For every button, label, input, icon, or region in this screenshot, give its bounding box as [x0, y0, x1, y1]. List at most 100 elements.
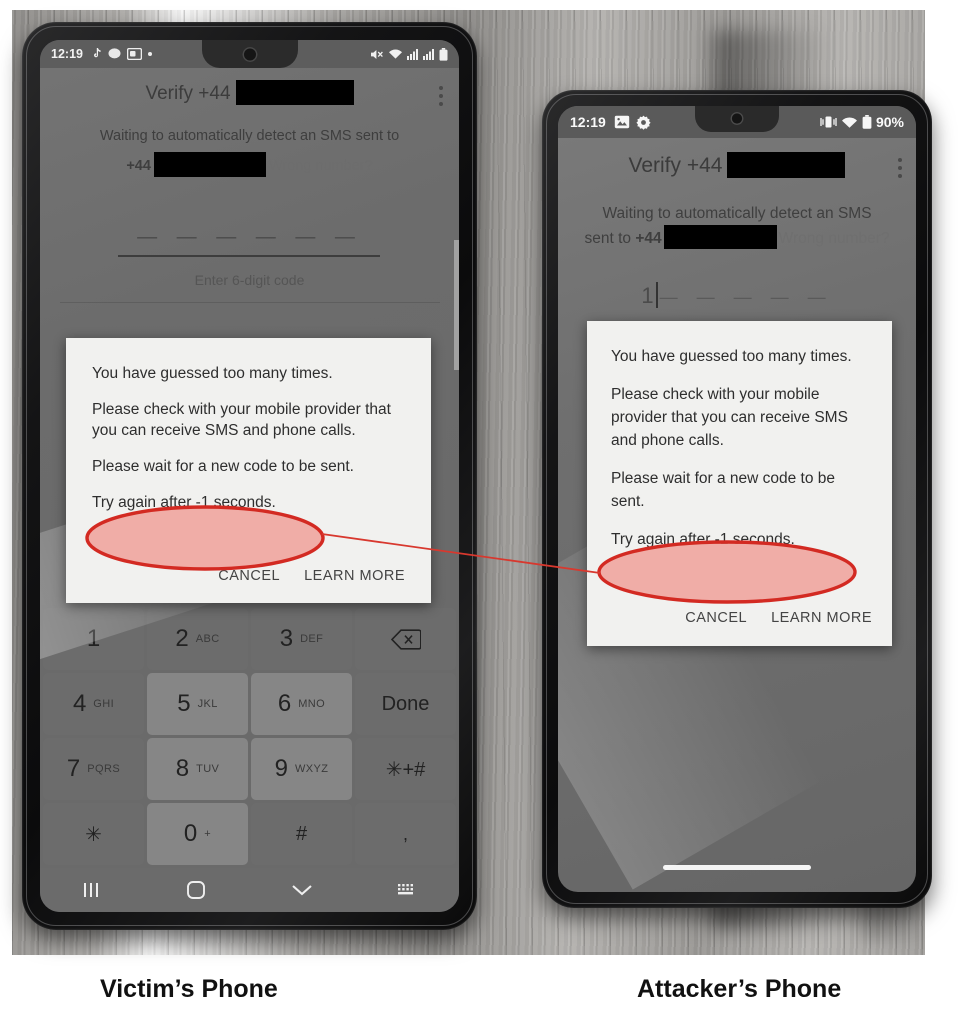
attacker-app-bar: Verify +44 [558, 138, 916, 194]
status-left-icons [614, 115, 651, 130]
figure-root: 12:19 Verify +44 Waiting to automaticall… [0, 0, 960, 1020]
key-7[interactable]: 7 PQRS [43, 738, 144, 800]
victim-waiting-text: Waiting to automatically detect an SMS s… [99, 128, 400, 144]
key-done[interactable]: Done [355, 673, 456, 735]
scrollbar[interactable] [454, 240, 459, 370]
victim-wrong-number-link[interactable]: Wrong number? [269, 158, 373, 174]
redaction-bar [235, 80, 354, 105]
dialog-line-1: You have guessed too many times. [92, 365, 333, 382]
key-digit: # [295, 822, 308, 845]
key-digit: 5 [177, 690, 191, 717]
attacker-waiting-text-line1: Waiting to automatically detect an SMS [602, 205, 872, 222]
key-0[interactable]: 0 + [147, 803, 248, 865]
key-letters: WXYZ [294, 763, 329, 775]
battery-icon [439, 47, 448, 61]
key-letters: JKL [197, 698, 218, 710]
attacker-waiting-block: Waiting to automatically detect an SMS s… [582, 202, 892, 250]
camera-notch [695, 106, 779, 132]
key-3[interactable]: 3 DEF [251, 608, 352, 670]
gear-icon [636, 115, 651, 130]
status-right-icons: 90% [820, 114, 904, 130]
victim-code-dashes[interactable]: — — — — — — [40, 226, 459, 249]
dialog-retry-line: Try again after -1 seconds. [92, 494, 276, 511]
keyboard-switch-icon[interactable] [397, 883, 417, 897]
victim-numeric-keypad[interactable]: 1 2 ABC 3 DEF 4 GHI 5 JKL 6 MNO Done 7 P… [40, 605, 459, 868]
attacker-code-field[interactable]: 1— — — — — [558, 282, 916, 309]
victim-dialog-actions: CANCEL LEARN MORE [218, 566, 405, 587]
key-letters: PQRS [87, 763, 121, 775]
key-9[interactable]: 9 WXYZ [251, 738, 352, 800]
victim-number-row: +44 Wrong number? [40, 152, 459, 177]
redaction-bar [663, 225, 777, 249]
victim-learn-more-button[interactable]: LEARN MORE [304, 566, 405, 587]
redaction-bar [153, 152, 266, 177]
battery-percent-label: 90% [875, 114, 904, 130]
victim-code-hint: Enter 6-digit code [194, 272, 305, 288]
tiktok-icon [93, 48, 101, 58]
victim-nav-bar[interactable] [40, 868, 459, 912]
attacker-learn-more-button[interactable]: LEARN MORE [771, 607, 872, 630]
caption-victim-phone: Victim’s Phone [100, 975, 278, 1003]
camera-notch [201, 40, 298, 68]
key-digit: 2 [175, 625, 189, 652]
text-caret [655, 282, 658, 308]
key-8[interactable]: 8 TUV [147, 738, 248, 800]
key-digit: 8 [175, 755, 190, 782]
key-letters: MNO [298, 698, 326, 710]
key-5[interactable]: 5 JKL [147, 673, 248, 735]
wifi-icon [841, 116, 857, 128]
attacker-dialog-actions: CANCEL LEARN MORE [685, 607, 872, 630]
victim-overflow-menu-icon[interactable] [439, 86, 443, 106]
key-hash[interactable]: # [251, 803, 352, 865]
front-camera-icon [242, 47, 257, 62]
dialog-line-3: Please wait for a new code to be sent. [92, 458, 354, 475]
verify-title-text: Verify +44 [145, 83, 231, 104]
attacker-overflow-menu-icon[interactable] [898, 158, 902, 178]
key-letters: + [204, 828, 212, 840]
keyboard-hide-icon[interactable] [291, 883, 313, 897]
wifi-icon [389, 49, 402, 59]
vibrate-icon [820, 116, 837, 128]
chat-bubble-icon [108, 48, 121, 59]
key-2[interactable]: 2 ABC [147, 608, 248, 670]
attacker-cancel-button[interactable]: CANCEL [685, 607, 747, 630]
signal-bars-icon [407, 49, 418, 60]
victim-page-title: Verify +44 [40, 80, 459, 105]
key-letters: TUV [196, 763, 220, 775]
key-6[interactable]: 6 MNO [251, 673, 352, 735]
photo-icon [614, 115, 630, 129]
key-star-plus-hash[interactable]: ✳+# [355, 738, 456, 800]
key-digit: 6 [277, 690, 292, 717]
sim-card-icon [126, 48, 142, 60]
key-4[interactable]: 4 GHI [43, 673, 144, 735]
mute-icon [371, 49, 383, 59]
victim-cancel-button[interactable]: CANCEL [218, 566, 280, 587]
signal-bars-icon [423, 49, 434, 60]
key-digit: 0 [183, 820, 198, 847]
redaction-bar [727, 152, 846, 178]
battery-icon [862, 115, 872, 129]
dialog-line-1: You have guessed too many times. [611, 348, 852, 365]
attacker-error-dialog: You have guessed too many times. Please … [587, 321, 892, 646]
home-icon[interactable] [186, 880, 206, 900]
key-star[interactable]: ✳ [43, 803, 144, 865]
attacker-wrong-number-link[interactable]: Wrong number? [779, 230, 890, 247]
dialog-line-2: Please check with your mobile provider t… [611, 386, 848, 449]
key-1[interactable]: 1 [43, 608, 144, 670]
victim-country-code: +44 [126, 158, 151, 174]
dialog-line-3: Please wait for a new code to be sent. [611, 470, 836, 510]
status-left-icons [91, 48, 152, 60]
divider [60, 302, 440, 303]
status-time: 12:19 [51, 47, 83, 61]
backspace-icon [390, 628, 421, 650]
key-digit: 4 [72, 690, 87, 717]
key-letters: GHI [93, 698, 115, 710]
recents-icon[interactable] [82, 882, 102, 898]
key-letters: ABC [195, 633, 220, 645]
key-digit: Done [381, 692, 430, 715]
key-digit: ✳ [85, 823, 102, 846]
key-comma[interactable]: , [355, 803, 456, 865]
home-indicator-bar[interactable] [663, 865, 811, 870]
key-backspace[interactable] [355, 608, 456, 670]
key-digit: 1 [86, 625, 101, 652]
